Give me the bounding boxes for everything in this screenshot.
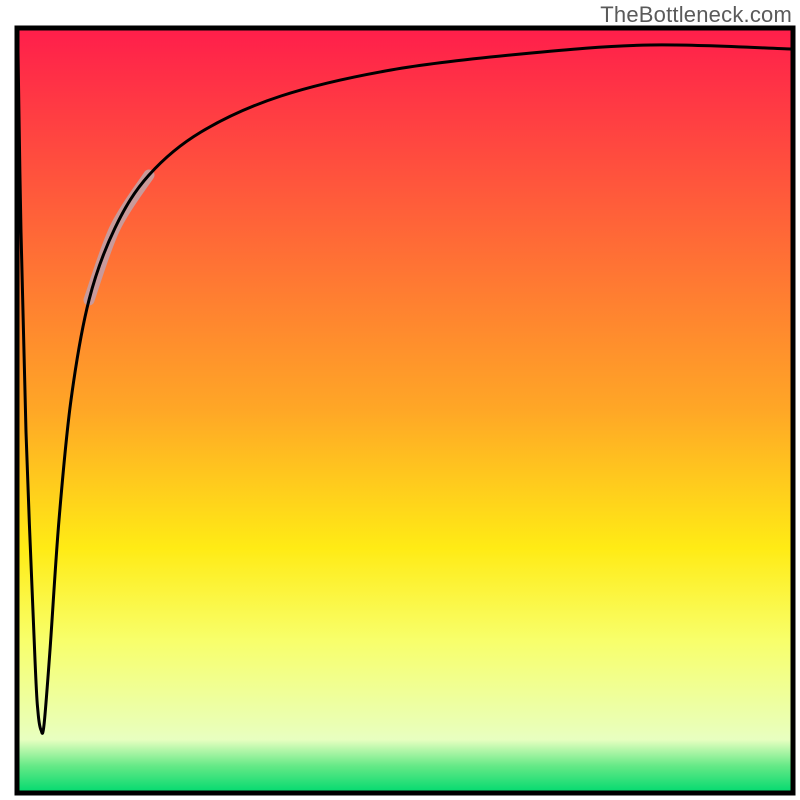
chart-container: TheBottleneck.com xyxy=(0,0,800,800)
bottleneck-chart xyxy=(0,0,800,800)
attribution-label: TheBottleneck.com xyxy=(600,2,792,28)
plot-background xyxy=(17,28,793,793)
